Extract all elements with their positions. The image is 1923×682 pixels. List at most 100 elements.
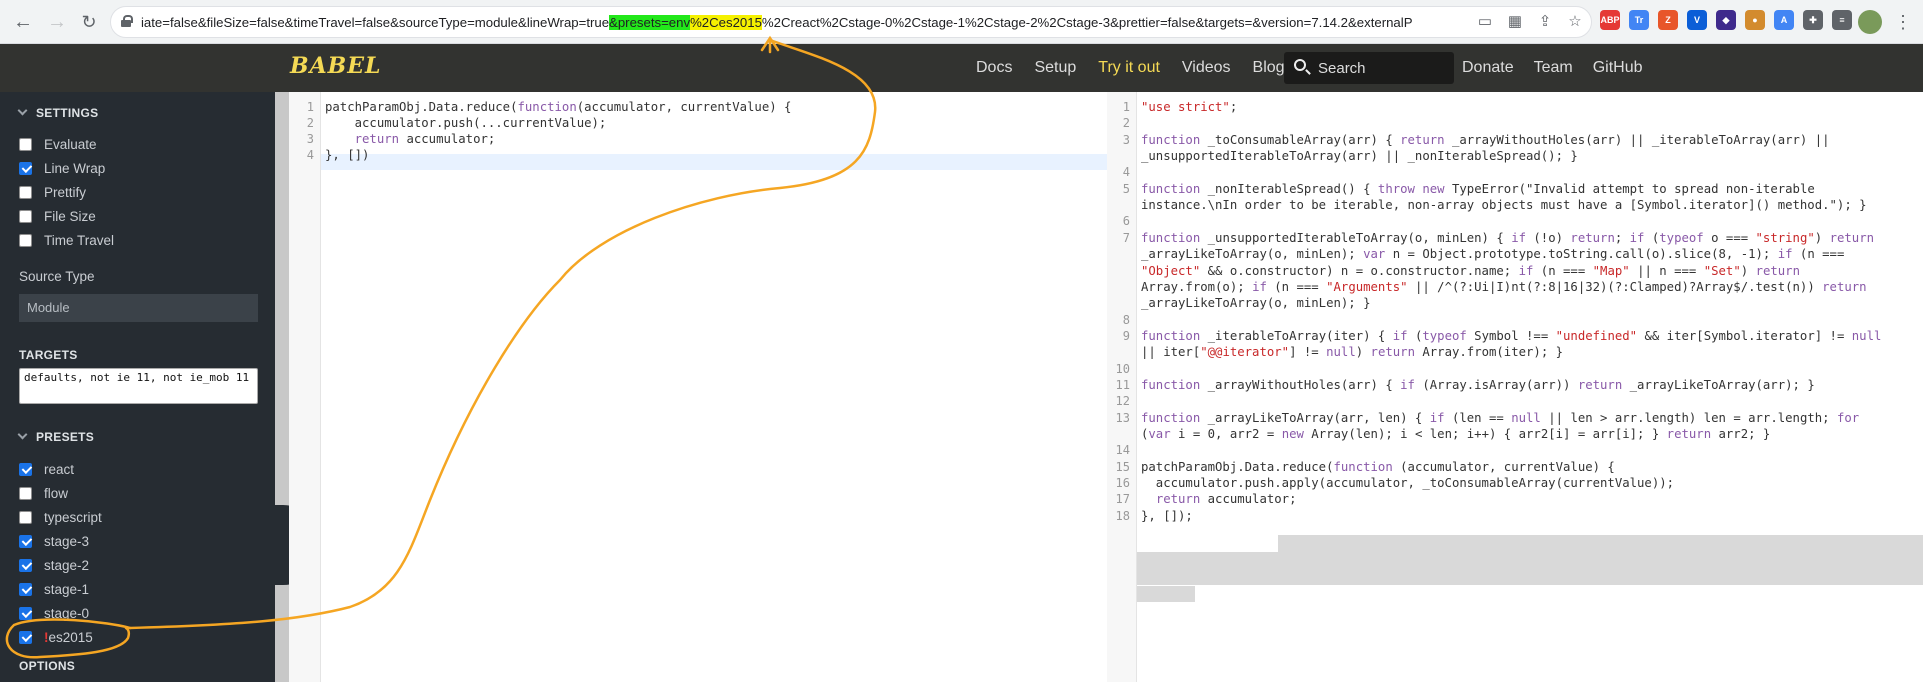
code-line: patchParamObj.Data.reduce(function(accum…: [325, 100, 792, 114]
presets-section-header[interactable]: PRESETS: [17, 429, 95, 444]
settings-title: SETTINGS: [36, 106, 99, 120]
setting-prettify[interactable]: Prettify: [19, 183, 86, 201]
search-icon: [1294, 59, 1306, 71]
checkbox[interactable]: [19, 534, 32, 548]
output-code-line: function _iterableToArray(iter) { if (ty…: [1141, 328, 1882, 343]
nav-videos[interactable]: Videos: [1182, 59, 1231, 77]
output-code-line: _arrayLikeToArray(o, minLen); var n = Ob…: [1141, 247, 1845, 262]
avatar[interactable]: [1858, 10, 1882, 34]
cast-icon[interactable]: ▭: [1475, 12, 1495, 32]
extension-icon[interactable]: ●: [1745, 10, 1765, 30]
share-icon[interactable]: ⇪: [1535, 12, 1555, 32]
selection-highlight: [1278, 535, 1923, 585]
extension-icon[interactable]: ≡: [1832, 10, 1852, 30]
line-number: 6: [1122, 214, 1130, 229]
output-code-line: patchParamObj.Data.reduce(function (accu…: [1141, 459, 1615, 474]
option-label: stage-3: [44, 533, 90, 549]
menu-dots-icon[interactable]: ⋮: [1890, 9, 1916, 35]
setting-time-travel[interactable]: Time Travel: [19, 231, 114, 249]
checkbox[interactable]: [19, 233, 32, 247]
site-header: BABEL Docs Setup Try it out Videos Blog …: [0, 44, 1923, 92]
extension-icon[interactable]: ABP: [1600, 10, 1620, 30]
extension-icon[interactable]: ✚: [1803, 10, 1823, 30]
option-label: react: [44, 461, 75, 477]
targets-title: TARGETS: [19, 348, 78, 362]
preset-stage-1[interactable]: stage-1: [19, 580, 89, 598]
checkbox[interactable]: [19, 630, 32, 644]
line-number: 13: [1115, 410, 1130, 425]
checkbox[interactable]: [19, 161, 32, 175]
checkbox[interactable]: [19, 462, 32, 476]
presets-title: PRESETS: [36, 430, 95, 444]
reload-icon[interactable]: ↻: [76, 9, 102, 35]
qr-icon[interactable]: ▦: [1505, 12, 1525, 32]
checkbox[interactable]: [19, 558, 32, 572]
source-type-label: Source Type: [19, 269, 95, 284]
line-number: 16: [1115, 476, 1130, 491]
checkbox[interactable]: [19, 582, 32, 596]
nav-blog[interactable]: Blog: [1253, 59, 1285, 77]
url-es2015-highlight: %2Ces2015: [690, 15, 762, 30]
nav-team[interactable]: Team: [1534, 59, 1573, 77]
main-nav: Docs Setup Try it out Videos Blog: [976, 44, 1307, 92]
sidebar-scrollbar[interactable]: [275, 92, 289, 682]
preset-flow[interactable]: flow: [19, 484, 68, 502]
nav-github[interactable]: GitHub: [1593, 59, 1643, 77]
option-label: Prettify: [44, 184, 87, 200]
preset-stage-0[interactable]: stage-0: [19, 604, 89, 622]
nav-docs[interactable]: Docs: [976, 59, 1012, 77]
option-label: typescript: [44, 509, 102, 525]
settings-section-header[interactable]: SETTINGS: [17, 105, 99, 120]
babel-logo[interactable]: BABEL: [290, 53, 382, 79]
preset-typescript[interactable]: typescript: [19, 508, 102, 526]
preset-stage-2[interactable]: stage-2: [19, 556, 89, 574]
output-code-line: }, []);: [1141, 508, 1193, 523]
line-number: 7: [1122, 230, 1130, 245]
nav-setup[interactable]: Setup: [1034, 59, 1076, 77]
line-number: 14: [1115, 443, 1130, 458]
preset-react[interactable]: react: [19, 460, 74, 478]
checkbox[interactable]: [19, 486, 32, 500]
extension-icon[interactable]: ◆: [1716, 10, 1736, 30]
code-line: return accumulator;: [354, 132, 496, 146]
option-label: Line Wrap: [44, 160, 106, 176]
code-line: accumulator.push(...currentValue);: [325, 116, 607, 130]
option-label: flow: [44, 485, 69, 501]
checkbox[interactable]: [19, 606, 32, 620]
code-line: }, []): [325, 148, 370, 162]
option-label: Time Travel: [44, 232, 115, 248]
checkbox[interactable]: [19, 510, 32, 524]
source-type-select[interactable]: Module: [19, 294, 258, 322]
checkbox[interactable]: [19, 185, 32, 199]
extension-icon[interactable]: A: [1774, 10, 1794, 30]
bookmark-star-icon[interactable]: ☆: [1565, 12, 1585, 32]
setting-line-wrap[interactable]: Line Wrap: [19, 159, 105, 177]
back-icon[interactable]: ←: [10, 9, 36, 35]
settings-sidebar: SETTINGS Evaluate Line Wrap Prettify File S…: [0, 92, 275, 682]
url-text[interactable]: iate=false&fileSize=false&timeTravel=fal…: [141, 15, 1431, 30]
setting-file-size[interactable]: File Size: [19, 207, 96, 225]
option-label: stage-0: [44, 605, 90, 621]
extension-icon[interactable]: Z: [1658, 10, 1678, 30]
options-title[interactable]: OPTIONS: [19, 659, 75, 673]
checkbox[interactable]: [19, 209, 32, 223]
preset-stage-3[interactable]: stage-3: [19, 532, 89, 550]
preset-es2015[interactable]: ! es2015: [19, 628, 93, 646]
output-code-line: "use strict";: [1141, 100, 1238, 114]
nav-donate[interactable]: Donate: [1462, 59, 1514, 77]
option-label: File Size: [44, 208, 96, 224]
url-suffix: %2Creact%2Cstage-0%2Cstage-1%2Cstage-2%2…: [761, 15, 1413, 30]
search-input[interactable]: [1318, 58, 1443, 78]
forward-icon[interactable]: →: [44, 9, 70, 35]
line-number: 12: [1115, 394, 1130, 409]
setting-evaluate[interactable]: Evaluate: [19, 135, 97, 153]
targets-input[interactable]: defaults, not ie 11, not ie_mob 11: [19, 368, 258, 404]
extension-icon[interactable]: V: [1687, 10, 1707, 30]
address-bar[interactable]: iate=false&fileSize=false&timeTravel=fal…: [110, 6, 1592, 38]
nav-try-it-out[interactable]: Try it out: [1098, 59, 1160, 77]
checkbox[interactable]: [19, 137, 32, 151]
option-label: es2015: [48, 629, 93, 645]
input-editor[interactable]: [321, 92, 1107, 682]
line-number: 3: [306, 132, 314, 146]
extension-icon[interactable]: Tr: [1629, 10, 1649, 30]
